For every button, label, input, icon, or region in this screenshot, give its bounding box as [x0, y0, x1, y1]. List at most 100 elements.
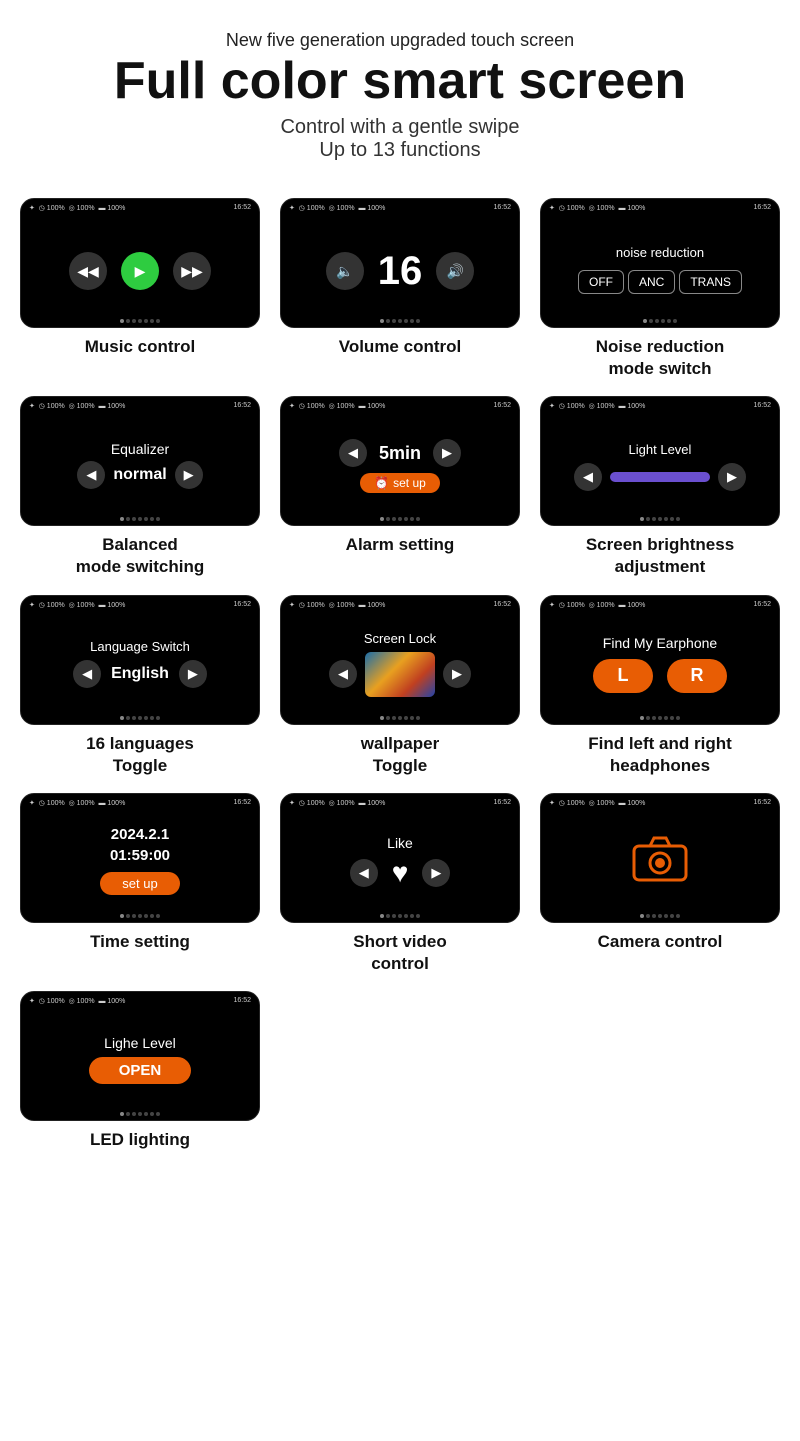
lang-content: Language Switch ◀ English ▶ [73, 639, 207, 688]
status-bar-6: ✦ ◷ 100% ◎ 100% ▬ 100% 16:52 [541, 402, 779, 410]
led-open-button[interactable]: OPEN [89, 1057, 192, 1084]
play-button[interactable]: ▶ [121, 252, 159, 290]
camera-icon [630, 832, 690, 894]
dots-bar-8 [380, 716, 420, 720]
lang-prev-button[interactable]: ◀ [73, 660, 101, 688]
wall-img-row: ◀ ▶ [329, 652, 471, 697]
lang-title: Language Switch [90, 639, 190, 654]
screen-camera: ✦ ◷ 100% ◎ 100% ▬ 100% 16:52 [540, 793, 780, 923]
screen-alarm: ✦ ◷ 100% ◎ 100% ▬ 100% 16:52 ◀ 5min ▶ ⏰ … [280, 396, 520, 526]
dots-bar-7 [120, 716, 160, 720]
alarm-next-button[interactable]: ▶ [433, 439, 461, 467]
noise-anc-button[interactable]: ANC [628, 270, 675, 294]
find-left-button[interactable]: L [593, 659, 653, 693]
time-setup-button[interactable]: set up [100, 872, 179, 895]
eq-prev-button[interactable]: ◀ [77, 461, 105, 489]
cell-led: ✦ ◷ 100% ◎ 100% ▬ 100% 16:52 Lighe Level… [15, 991, 265, 1151]
noise-title: noise reduction [616, 245, 704, 260]
dots-bar-12 [640, 914, 680, 918]
label-music: Music control [85, 336, 196, 358]
label-led: LED lighting [90, 1129, 190, 1151]
dots-bar-6 [640, 517, 680, 521]
status-bar-7: ✦ ◷ 100% ◎ 100% ▬ 100% 16:52 [21, 601, 259, 609]
brightness-up-button[interactable]: ▶ [718, 463, 746, 491]
eq-next-button[interactable]: ▶ [175, 461, 203, 489]
camera-content [630, 832, 690, 894]
like-content: Like ◀ ♥ ▶ [350, 835, 451, 889]
noise-off-button[interactable]: OFF [578, 270, 624, 294]
status-bar-13: ✦ ◷ 100% ◎ 100% ▬ 100% 16:52 [21, 997, 259, 1005]
alarm-row: ◀ 5min ▶ [339, 439, 461, 467]
page-title: Full color smart screen [114, 53, 686, 110]
status-bar-8: ✦ ◷ 100% ◎ 100% ▬ 100% 16:52 [281, 601, 519, 609]
alarm-content: ◀ 5min ▶ ⏰ set up [339, 439, 461, 493]
wallpaper-title: Screen Lock [364, 631, 436, 646]
page-subtitle: New five generation upgraded touch scree… [114, 30, 686, 51]
screen-volume: ✦ ◷ 100% ◎ 100% ▬ 100% 16:52 🔈 16 🔊 [280, 198, 520, 328]
time-clock: 01:59:00 [110, 847, 170, 864]
prev-button[interactable]: ◀◀ [69, 252, 107, 290]
find-right-button[interactable]: R [667, 659, 727, 693]
screen-time: ✦ ◷ 100% ◎ 100% ▬ 100% 16:52 2024.2.1 01… [20, 793, 260, 923]
cell-time: ✦ ◷ 100% ◎ 100% ▬ 100% 16:52 2024.2.1 01… [15, 793, 265, 975]
find-buttons: L R [593, 659, 727, 693]
wallpaper-next-button[interactable]: ▶ [443, 660, 471, 688]
lang-value: English [111, 665, 169, 683]
wallpaper-prev-button[interactable]: ◀ [329, 660, 357, 688]
video-next-button[interactable]: ▶ [422, 859, 450, 887]
screen-find: ✦ ◷ 100% ◎ 100% ▬ 100% 16:52 Find My Ear… [540, 595, 780, 725]
label-time: Time setting [90, 931, 190, 953]
page-desc2: Up to 13 functions [114, 139, 686, 162]
lang-next-button[interactable]: ▶ [179, 660, 207, 688]
heart-icon: ♥ [392, 857, 409, 889]
screen-noise: ✦ ◷ 100% ◎ 100% ▬ 100% 16:52 noise reduc… [540, 198, 780, 328]
status-bar-10: ✦ ◷ 100% ◎ 100% ▬ 100% 16:52 [21, 799, 259, 807]
dots-bar-11 [380, 914, 420, 918]
eq-value: normal [113, 466, 166, 484]
alarm-setup-button[interactable]: ⏰ set up [360, 473, 440, 493]
cell-camera: ✦ ◷ 100% ◎ 100% ▬ 100% 16:52 [535, 793, 785, 975]
vol-down-button[interactable]: 🔈 [326, 252, 364, 290]
label-find: Find left and rightheadphones [588, 733, 732, 777]
vol-up-button[interactable]: 🔊 [436, 252, 474, 290]
dots-bar [120, 319, 160, 323]
next-button[interactable]: ▶▶ [173, 252, 211, 290]
noise-trans-button[interactable]: TRANS [679, 270, 742, 294]
light-title: Light Level [629, 442, 692, 457]
label-equalizer: Balancedmode switching [76, 534, 204, 578]
wallpaper-content: Screen Lock ◀ ▶ [329, 631, 471, 697]
dots-bar-4 [120, 517, 160, 521]
cell-wallpaper: ✦ ◷ 100% ◎ 100% ▬ 100% 16:52 Screen Lock… [275, 595, 525, 777]
lang-row: ◀ English ▶ [73, 660, 207, 688]
find-content: Find My Earphone L R [593, 635, 727, 693]
video-prev-button[interactable]: ◀ [350, 859, 378, 887]
label-video: Short videocontrol [353, 931, 447, 975]
alarm-time: 5min [379, 443, 421, 464]
time-content: 2024.2.1 01:59:00 set up [100, 826, 179, 895]
dots-bar-9 [640, 716, 680, 720]
dots-bar-5 [380, 517, 420, 521]
screen-music: ✦ ◷ 100% ◎ 100% ▬ 100% 16:52 ◀◀ ▶ ▶▶ [20, 198, 260, 328]
volume-number: 16 [378, 249, 423, 294]
status-bar-2: ✦ ◷ 100% ◎ 100% ▬ 100% 16:52 [281, 204, 519, 212]
eq-content: Equalizer ◀ normal ▶ [77, 441, 202, 489]
alarm-prev-button[interactable]: ◀ [339, 439, 367, 467]
screen-led: ✦ ◷ 100% ◎ 100% ▬ 100% 16:52 Lighe Level… [20, 991, 260, 1121]
label-alarm: Alarm setting [346, 534, 455, 556]
label-volume: Volume control [339, 336, 461, 358]
cell-alarm: ✦ ◷ 100% ◎ 100% ▬ 100% 16:52 ◀ 5min ▶ ⏰ … [275, 396, 525, 578]
screen-equalizer: ✦ ◷ 100% ◎ 100% ▬ 100% 16:52 Equalizer ◀… [20, 396, 260, 526]
cell-equalizer: ✦ ◷ 100% ◎ 100% ▬ 100% 16:52 Equalizer ◀… [15, 396, 265, 578]
eq-row: ◀ normal ▶ [77, 461, 202, 489]
cell-video: ✦ ◷ 100% ◎ 100% ▬ 100% 16:52 Like ◀ ♥ ▶ … [275, 793, 525, 975]
status-bar: ✦ ◷ 100% ◎ 100% ▬ 100% 16:52 [21, 204, 259, 212]
noise-buttons: OFF ANC TRANS [578, 270, 742, 294]
brightness-down-button[interactable]: ◀ [574, 463, 602, 491]
cell-brightness: ✦ ◷ 100% ◎ 100% ▬ 100% 16:52 Light Level… [535, 396, 785, 578]
screen-language: ✦ ◷ 100% ◎ 100% ▬ 100% 16:52 Language Sw… [20, 595, 260, 725]
music-controls: ◀◀ ▶ ▶▶ [69, 252, 211, 290]
status-bar-12: ✦ ◷ 100% ◎ 100% ▬ 100% 16:52 [541, 799, 779, 807]
wallpaper-preview [365, 652, 435, 697]
find-title: Find My Earphone [603, 635, 717, 651]
page-header: New five generation upgraded touch scree… [114, 30, 686, 162]
